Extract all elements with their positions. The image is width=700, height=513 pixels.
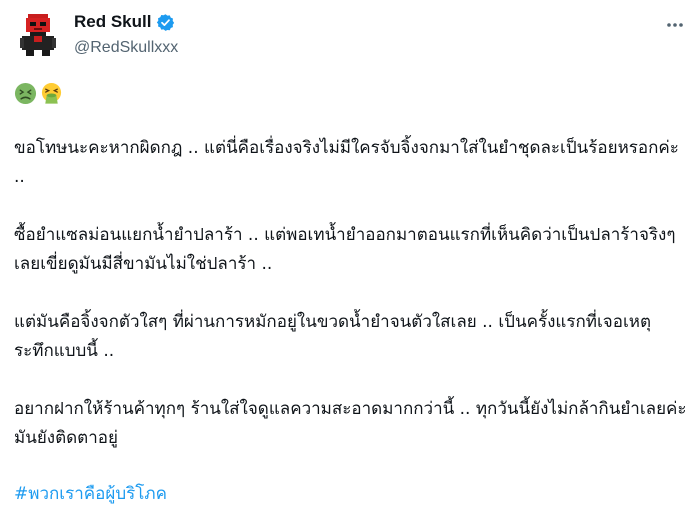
red-skull-pixel-avatar-icon bbox=[20, 14, 56, 56]
author-name-row: Red Skull bbox=[74, 12, 175, 32]
ellipsis-icon bbox=[667, 23, 683, 27]
post-paragraph: อยากฝากให้ร้านค้าทุกๆ ร้านใส่ใจดูแลความส… bbox=[14, 399, 687, 448]
hashtag-link[interactable]: #พวกเราคือผู้บริโภค bbox=[14, 480, 167, 507]
post-paragraph: ขอโทษนะคะหากผิดกฎ .. แต่นี่คือเรื่องจริง… bbox=[14, 138, 679, 187]
author-handle[interactable]: @RedSkullxxx bbox=[74, 39, 178, 57]
nauseated-face-icon bbox=[14, 82, 37, 105]
emoji-row bbox=[14, 82, 63, 105]
post-paragraph: แต่มันคือจิ้งจกตัวใสๆ ที่ผ่านการหมักอยู่… bbox=[14, 312, 652, 361]
vomiting-face-icon bbox=[41, 82, 62, 104]
author-display-name[interactable]: Red Skull bbox=[74, 12, 151, 32]
post-card: Red Skull @RedSkullxxx ขอโทษนะคะหากผิดกฎ… bbox=[0, 0, 700, 513]
post-body: ขอโทษนะคะหากผิดกฎ .. แต่นี่คือเรื่องจริง… bbox=[14, 134, 690, 482]
more-options-button[interactable] bbox=[660, 12, 690, 38]
verified-badge-icon[interactable] bbox=[156, 13, 175, 32]
avatar[interactable] bbox=[16, 12, 62, 58]
post-paragraph: ซื้อยำแซลม่อนแยกน้ำยำปลาร้า .. แต่พอเทน้… bbox=[14, 225, 676, 274]
